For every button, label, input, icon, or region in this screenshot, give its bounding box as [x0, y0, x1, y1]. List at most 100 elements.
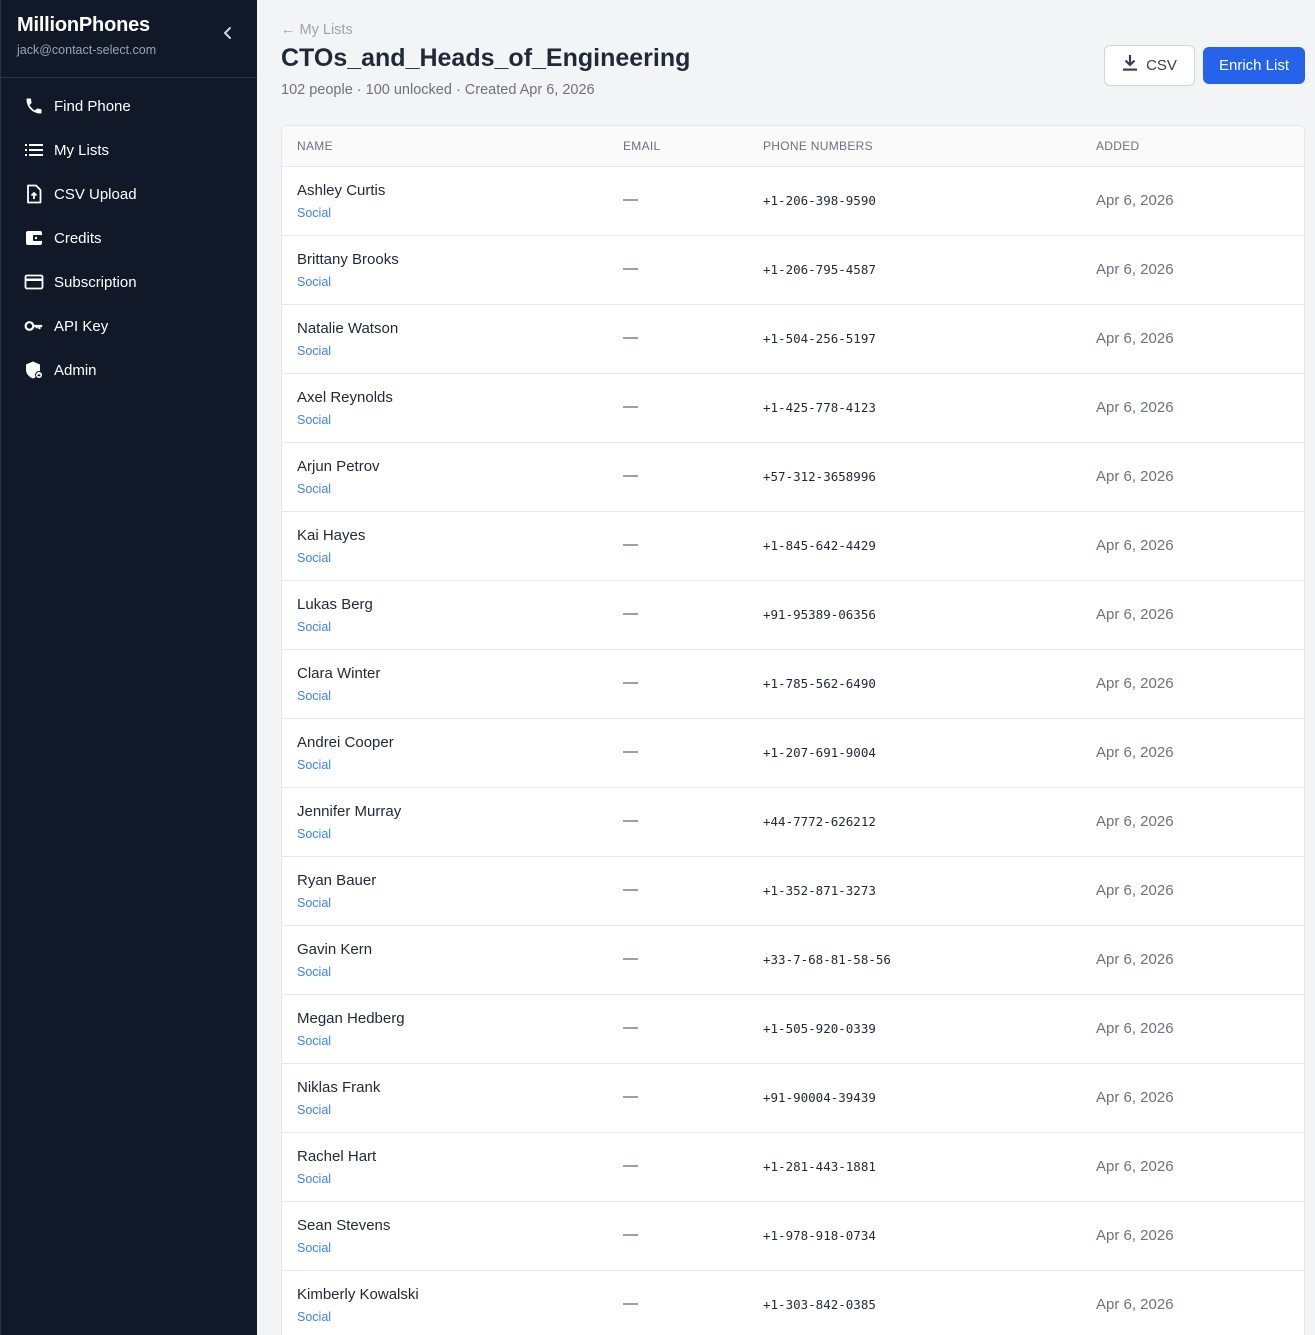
wallet-icon: [24, 228, 44, 248]
table-row[interactable]: Natalie Watson Social — +1-504-256-5197 Apr …: [282, 305, 1304, 374]
person-name[interactable]: Clara Winter: [297, 665, 380, 682]
source-link[interactable]: Social: [297, 896, 331, 910]
table-row[interactable]: Sean Stevens Social — +1-978-918-0734 Apr 6,…: [282, 1202, 1304, 1271]
source-link[interactable]: Social: [297, 620, 331, 634]
sidebar-item-label: API Key: [54, 317, 109, 335]
source-link[interactable]: Social: [297, 758, 331, 772]
added-date: Apr 6, 2026: [1096, 468, 1174, 485]
phone-number: +1-785-562-6490: [763, 676, 876, 691]
sidebar-nav: Find Phone My Lists CSV Upload Credits S…: [1, 78, 257, 392]
phone-number: +1-425-778-4123: [763, 400, 876, 415]
sidebar-item-admin[interactable]: Admin: [1, 348, 257, 392]
source-link[interactable]: Social: [297, 344, 331, 358]
sidebar-item-my-lists[interactable]: My Lists: [1, 128, 257, 172]
email-value: —: [623, 812, 638, 829]
source-link[interactable]: Social: [297, 1241, 331, 1255]
person-name[interactable]: Ashley Curtis: [297, 182, 385, 199]
source-link[interactable]: Social: [297, 965, 331, 979]
source-link[interactable]: Social: [297, 413, 331, 427]
person-name[interactable]: Arjun Petrov: [297, 458, 380, 475]
email-value: —: [623, 467, 638, 484]
back-to-lists-link[interactable]: ← My Lists: [281, 22, 353, 38]
shield-icon: [24, 360, 44, 380]
people-table: NAME EMAIL PHONE NUMBERS ADDED Ashley Cu…: [281, 125, 1305, 1335]
phone-number: +33-7-68-81-58-56: [763, 952, 891, 967]
person-name[interactable]: Andrei Cooper: [297, 734, 394, 751]
column-header-phone[interactable]: PHONE NUMBERS: [763, 139, 873, 153]
person-name[interactable]: Gavin Kern: [297, 941, 372, 958]
column-header-name[interactable]: NAME: [297, 139, 333, 153]
source-link[interactable]: Social: [297, 482, 331, 496]
table-row[interactable]: Rachel Hart Social — +1-281-443-1881 Apr 6, …: [282, 1133, 1304, 1202]
credit-card-icon: [24, 272, 44, 292]
user-email: jack@contact-select.com: [17, 43, 157, 57]
table-row[interactable]: Axel Reynolds Social — +1-425-778-4123 Apr 6…: [282, 374, 1304, 443]
added-date: Apr 6, 2026: [1096, 399, 1174, 416]
person-name[interactable]: Natalie Watson: [297, 320, 398, 337]
source-link[interactable]: Social: [297, 1310, 331, 1324]
source-link[interactable]: Social: [297, 689, 331, 703]
sidebar-item-credits[interactable]: Credits: [1, 216, 257, 260]
table-row[interactable]: Jennifer Murray Social — +44-7772-626212 Apr…: [282, 788, 1304, 857]
person-name[interactable]: Sean Stevens: [297, 1217, 390, 1234]
added-date: Apr 6, 2026: [1096, 537, 1174, 554]
phone-number: +44-7772-626212: [763, 814, 876, 829]
enrich-list-button[interactable]: Enrich List: [1203, 47, 1305, 84]
person-name[interactable]: Kai Hayes: [297, 527, 365, 544]
added-date: Apr 6, 2026: [1096, 951, 1174, 968]
email-value: —: [623, 1019, 638, 1036]
table-row[interactable]: Niklas Frank Social — +91-90004-39439 Apr 6,…: [282, 1064, 1304, 1133]
sidebar-item-subscription[interactable]: Subscription: [1, 260, 257, 304]
column-header-email[interactable]: EMAIL: [623, 139, 661, 153]
table-row[interactable]: Clara Winter Social — +1-785-562-6490 Apr 6,…: [282, 650, 1304, 719]
table-row[interactable]: Ryan Bauer Social — +1-352-871-3273 Apr 6, 2…: [282, 857, 1304, 926]
added-date: Apr 6, 2026: [1096, 882, 1174, 899]
added-date: Apr 6, 2026: [1096, 1020, 1174, 1037]
source-link[interactable]: Social: [297, 1172, 331, 1186]
email-value: —: [623, 1226, 638, 1243]
table-row[interactable]: Brittany Brooks Social — +1-206-795-4587 Apr…: [282, 236, 1304, 305]
sidebar-item-api-key[interactable]: API Key: [1, 304, 257, 348]
person-name[interactable]: Megan Hedberg: [297, 1010, 405, 1027]
email-value: —: [623, 1088, 638, 1105]
person-name[interactable]: Ryan Bauer: [297, 872, 376, 889]
table-row[interactable]: Megan Hedberg Social — +1-505-920-0339 Apr 6…: [282, 995, 1304, 1064]
table-row[interactable]: Andrei Cooper Social — +1-207-691-9004 Apr 6…: [282, 719, 1304, 788]
email-value: —: [623, 1157, 638, 1174]
source-link[interactable]: Social: [297, 827, 331, 841]
source-link[interactable]: Social: [297, 275, 331, 289]
table-row[interactable]: Lukas Berg Social — +91-95389-06356 Apr 6, 2…: [282, 581, 1304, 650]
added-date: Apr 6, 2026: [1096, 330, 1174, 347]
added-date: Apr 6, 2026: [1096, 813, 1174, 830]
table-body: Ashley Curtis Social — +1-206-398-9590 Apr 6…: [282, 167, 1304, 1335]
person-name[interactable]: Kimberly Kowalski: [297, 1286, 419, 1303]
email-value: —: [623, 674, 638, 691]
added-date: Apr 6, 2026: [1096, 192, 1174, 209]
key-icon: [24, 316, 44, 336]
table-row[interactable]: Arjun Petrov Social — +57-312-3658996 Apr 6,…: [282, 443, 1304, 512]
table-row[interactable]: Ashley Curtis Social — +1-206-398-9590 Apr 6…: [282, 167, 1304, 236]
sidebar: MillionPhones jack@contact-select.com Fi…: [0, 0, 257, 1335]
table-row[interactable]: Gavin Kern Social — +33-7-68-81-58-56 Apr 6,…: [282, 926, 1304, 995]
person-name[interactable]: Axel Reynolds: [297, 389, 393, 406]
person-name[interactable]: Rachel Hart: [297, 1148, 376, 1165]
source-link[interactable]: Social: [297, 1034, 331, 1048]
person-name[interactable]: Lukas Berg: [297, 596, 373, 613]
sidebar-item-find-phone[interactable]: Find Phone: [1, 84, 257, 128]
download-csv-button[interactable]: CSV: [1104, 45, 1195, 86]
sidebar-item-csv-upload[interactable]: CSV Upload: [1, 172, 257, 216]
column-header-added[interactable]: ADDED: [1096, 139, 1140, 153]
email-value: —: [623, 398, 638, 415]
table-row[interactable]: Kimberly Kowalski Social — +1-303-842-0385 A…: [282, 1271, 1304, 1335]
table-header: NAME EMAIL PHONE NUMBERS ADDED: [282, 126, 1304, 167]
source-link[interactable]: Social: [297, 1103, 331, 1117]
source-link[interactable]: Social: [297, 551, 331, 565]
source-link[interactable]: Social: [297, 206, 331, 220]
person-name[interactable]: Jennifer Murray: [297, 803, 401, 820]
added-date: Apr 6, 2026: [1096, 1089, 1174, 1106]
person-name[interactable]: Niklas Frank: [297, 1079, 380, 1096]
table-row[interactable]: Kai Hayes Social — +1-845-642-4429 Apr 6, 20…: [282, 512, 1304, 581]
phone-number: +1-978-918-0734: [763, 1228, 876, 1243]
person-name[interactable]: Brittany Brooks: [297, 251, 399, 268]
collapse-sidebar-icon[interactable]: [219, 24, 237, 42]
